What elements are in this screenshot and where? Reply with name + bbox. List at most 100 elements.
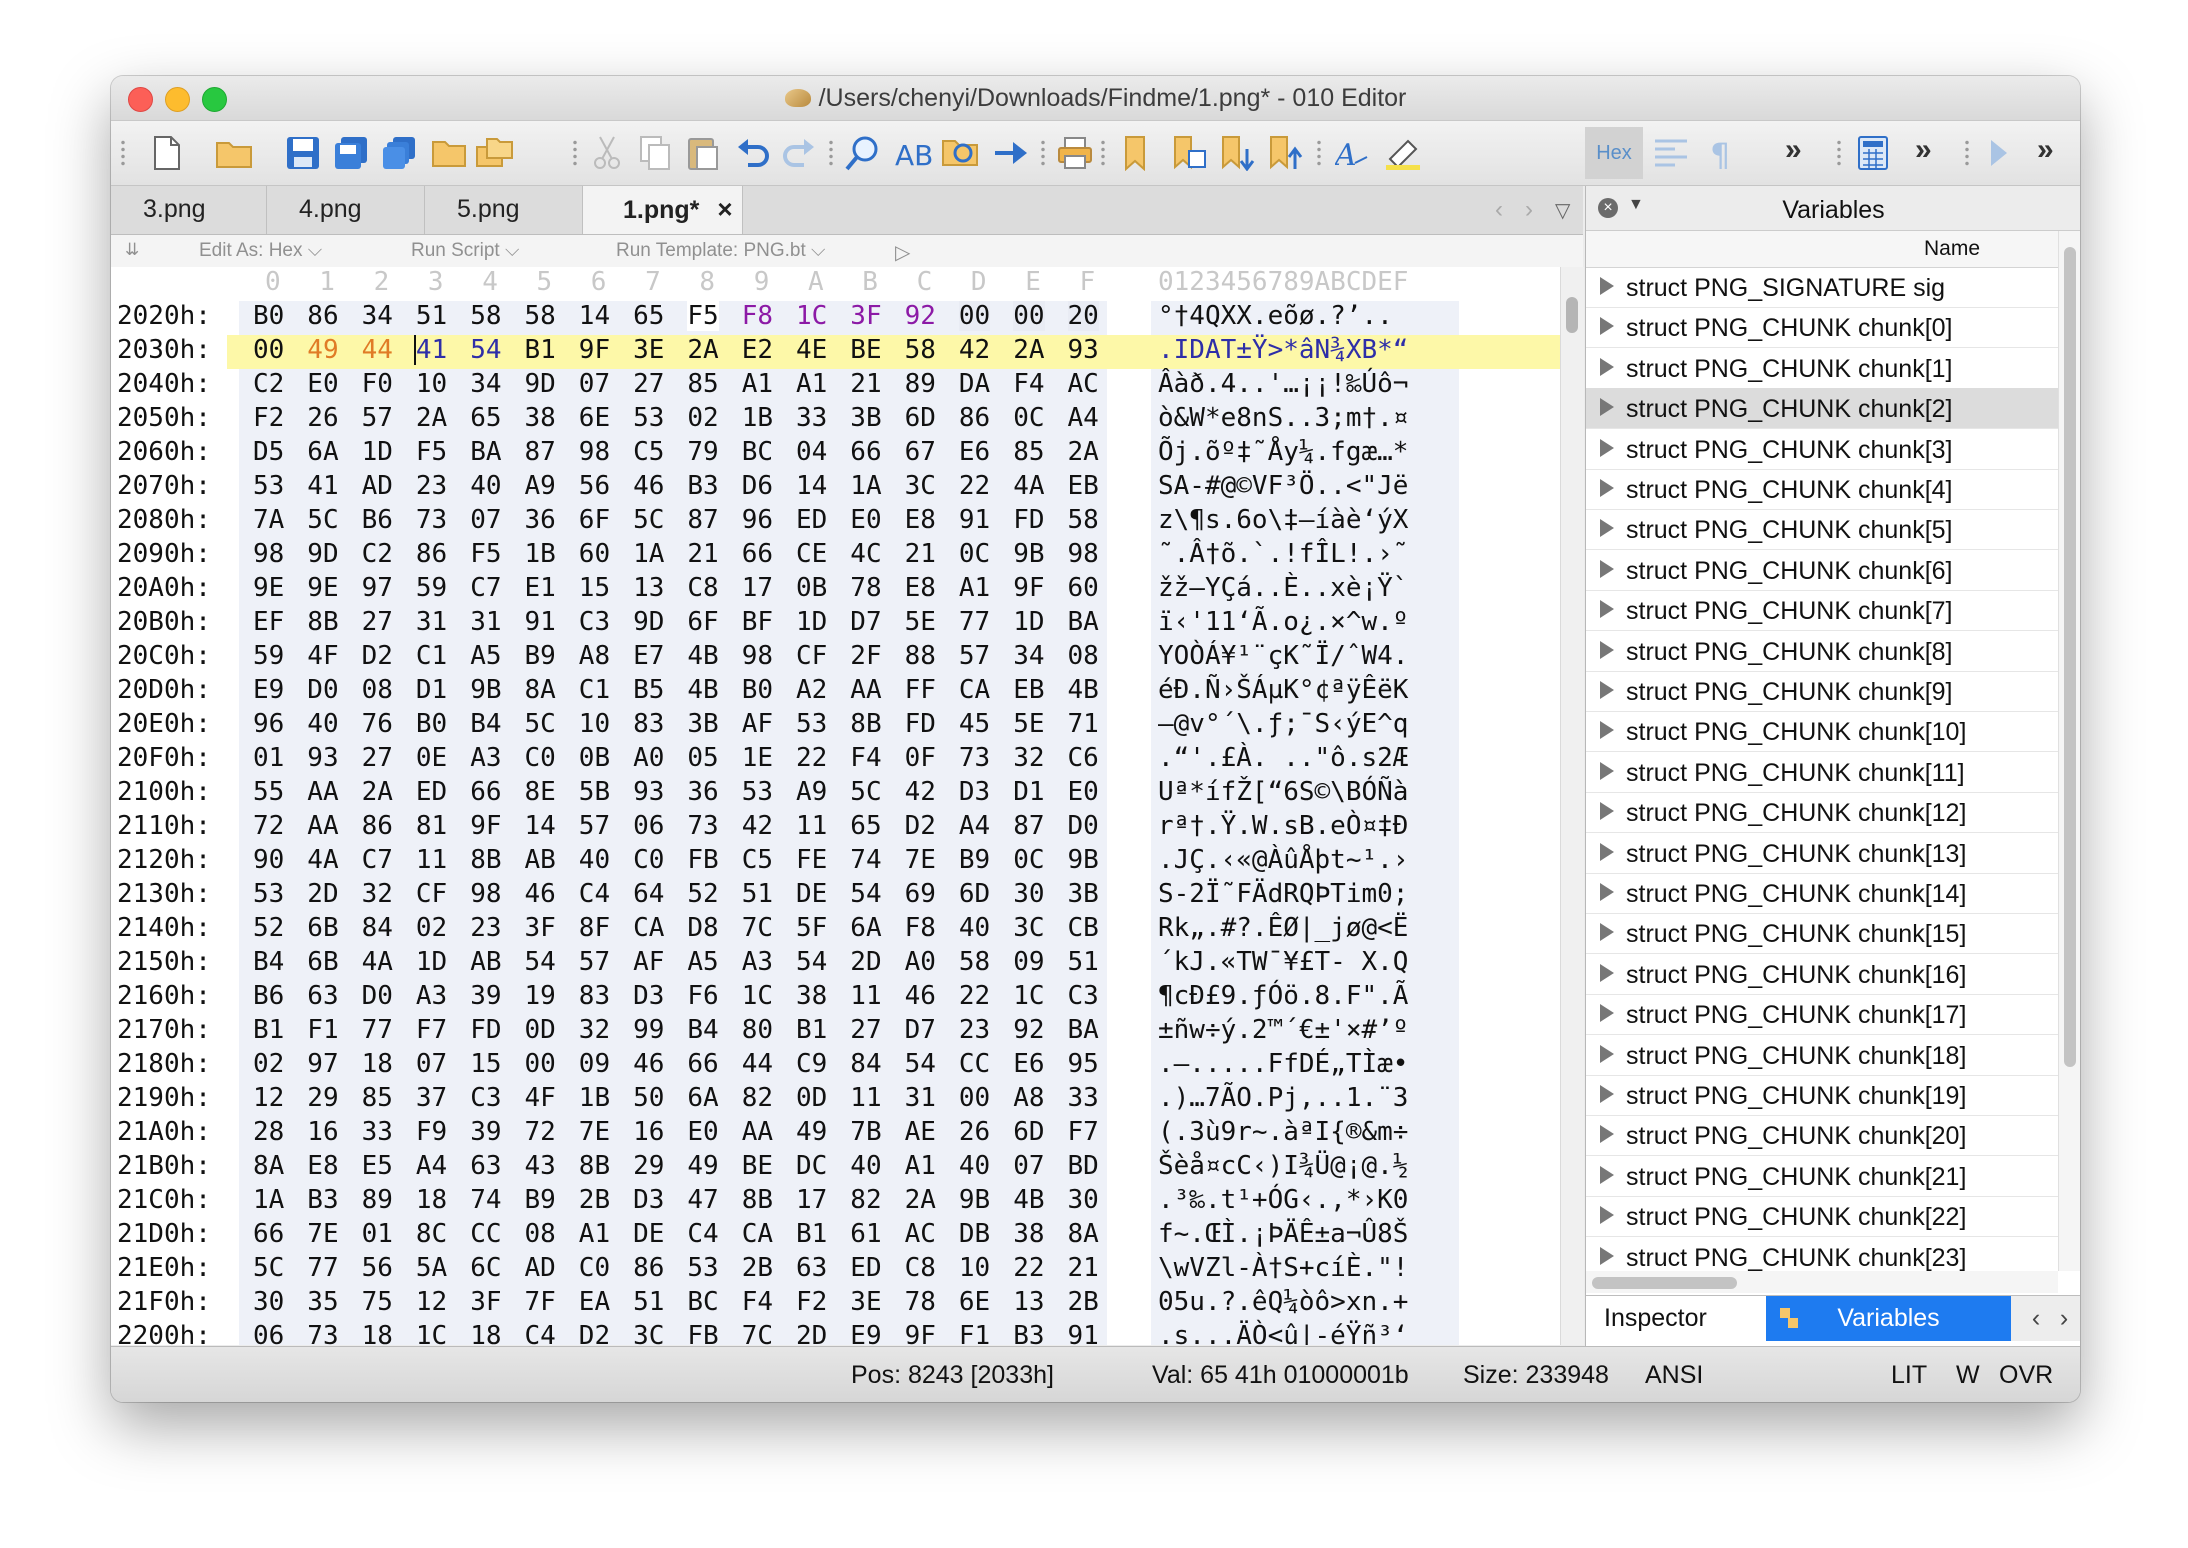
hex-byte[interactable]: F6 [687,981,718,1011]
hex-byte[interactable]: AC [905,1219,936,1249]
hex-byte[interactable]: BE [850,335,881,365]
hex-byte[interactable]: 2D [307,879,338,909]
hex-byte[interactable]: 13 [1013,1287,1044,1317]
hex-byte[interactable]: 22 [959,981,990,1011]
hex-byte[interactable]: 21 [905,539,936,569]
save-as-icon[interactable] [331,133,371,173]
run-template-play-icon[interactable]: ▷ [895,240,910,265]
hex-byte[interactable]: 11 [416,845,447,875]
hex-byte[interactable]: F0 [362,369,393,399]
hex-byte[interactable]: 4B [687,641,718,671]
variable-row[interactable]: struct PNG_CHUNK chunk[19] [1586,1075,2058,1116]
hex-byte[interactable]: 49 [687,1151,718,1181]
hex-byte[interactable]: 40 [850,1151,881,1181]
hex-byte[interactable]: 18 [416,1185,447,1215]
hex-byte[interactable]: 8B [742,1185,773,1215]
print-icon[interactable] [1055,133,1095,173]
hex-byte[interactable]: 96 [253,709,284,739]
hex-byte[interactable]: 58 [1068,505,1099,535]
expand-arrow-icon[interactable] [1600,398,1614,417]
hex-byte[interactable]: 45 [959,709,990,739]
hex-byte[interactable]: 98 [470,879,501,909]
run-icon[interactable] [1979,133,2019,173]
hex-byte[interactable]: 27 [362,743,393,773]
tab-4-png[interactable]: 4.png [267,186,425,234]
hex-byte[interactable]: 39 [470,981,501,1011]
hex-byte[interactable]: 46 [905,981,936,1011]
hex-byte[interactable]: 46 [633,1049,664,1079]
variable-row[interactable]: struct PNG_CHUNK chunk[8] [1586,631,2058,672]
hex-byte[interactable]: 9E [253,573,284,603]
hex-byte[interactable]: 73 [687,811,718,841]
hex-byte[interactable]: 20 [1067,301,1099,331]
hex-byte[interactable]: 50 [633,1083,664,1113]
hex-byte[interactable]: E9 [253,675,284,705]
hex-byte[interactable]: AA [307,777,338,807]
status-writable[interactable]: W [1956,1361,1980,1390]
hex-byte[interactable]: 60 [579,539,610,569]
hex-byte[interactable]: BA [470,437,501,467]
hex-byte[interactable]: 41 [307,471,338,501]
hex-byte[interactable]: 66 [742,539,773,569]
hex-byte[interactable]: 6A [850,913,881,943]
hex-byte[interactable]: E1 [525,573,556,603]
hex-byte[interactable]: 29 [307,1083,338,1113]
ascii-text[interactable]: .)…7ÃO.Pj‚..1.¨3 [1158,1083,1408,1113]
hex-byte[interactable]: 63 [307,981,338,1011]
hex-byte[interactable]: 07 [416,1049,447,1079]
hex-byte[interactable]: 92 [1013,1015,1044,1045]
expand-arrow-icon[interactable] [1600,519,1614,538]
hex-byte[interactable]: 95 [1068,1049,1099,1079]
hex-byte[interactable]: 89 [905,369,936,399]
hex-byte[interactable]: 79 [687,437,718,467]
hex-byte[interactable]: 22 [1013,1253,1044,1283]
expand-arrow-icon[interactable] [1600,1004,1614,1023]
hex-byte[interactable]: 0C [1013,403,1044,433]
hex-byte[interactable]: 98 [742,641,773,671]
hex-byte[interactable]: C8 [905,1253,936,1283]
show-whitespace-icon[interactable]: ¶ [1701,133,1741,173]
ascii-text[interactable]: S-2Ï˜FÄdRQÞTim0; [1158,879,1408,909]
hex-byte[interactable]: AA [850,675,881,705]
hex-byte[interactable]: 9F [1013,573,1044,603]
toolbar-overflow-icon[interactable]: » [1785,133,1802,167]
scrollbar-thumb[interactable] [1592,1277,1737,1289]
hex-byte[interactable]: A1 [742,369,773,399]
hex-byte[interactable]: 88 [905,641,936,671]
variable-row[interactable]: struct PNG_CHUNK chunk[0] [1586,307,2058,349]
variable-row[interactable]: struct PNG_CHUNK chunk[15] [1586,913,2058,955]
hex-byte[interactable]: 21 [687,539,718,569]
hex-byte[interactable]: 56 [362,1253,393,1283]
close-tab-icon[interactable]: × [717,194,732,224]
hex-byte[interactable]: F7 [416,1015,447,1045]
hex-byte[interactable]: 3F [525,913,556,943]
hex-byte[interactable]: 10 [579,709,610,739]
hex-byte[interactable]: 90 [253,845,284,875]
open-folder-icon[interactable] [429,133,469,173]
hex-byte[interactable]: 85 [362,1083,393,1113]
hex-byte[interactable]: 0E [416,743,447,773]
expand-arrow-icon[interactable] [1600,1165,1614,1184]
hex-byte[interactable]: 9B [1013,539,1044,569]
hex-byte[interactable]: 5B [579,777,610,807]
hex-byte[interactable]: 11 [850,981,881,1011]
redo-icon[interactable] [779,133,819,173]
tab-scroll-right-icon[interactable]: › [1525,196,1533,224]
ascii-text[interactable]: ï‹'11‘Ã.o¿.×^w.º [1158,607,1408,637]
tab-variables[interactable]: Variables [1766,1296,2011,1341]
hex-byte[interactable]: 33 [1068,1083,1099,1113]
hex-byte[interactable]: E5 [362,1151,393,1181]
expand-arrow-icon[interactable] [1600,802,1614,821]
variable-row[interactable]: struct PNG_CHUNK chunk[17] [1586,994,2058,1036]
hex-byte[interactable]: 08 [362,675,393,705]
hex-byte[interactable]: 2A [1068,437,1099,467]
replace-icon[interactable]: AB [893,133,933,173]
expand-arrow-icon[interactable] [1600,600,1614,619]
hex-byte[interactable]: C0 [633,845,664,875]
hex-byte[interactable]: 4A [307,845,338,875]
hex-byte[interactable]: 9E [307,573,338,603]
hex-byte[interactable]: E8 [307,1151,338,1181]
expand-arrow-icon[interactable] [1600,438,1614,457]
hex-byte[interactable]: A1 [579,1219,610,1249]
ascii-text[interactable]: °†4QXX.eõø.?’.. [1158,301,1393,331]
